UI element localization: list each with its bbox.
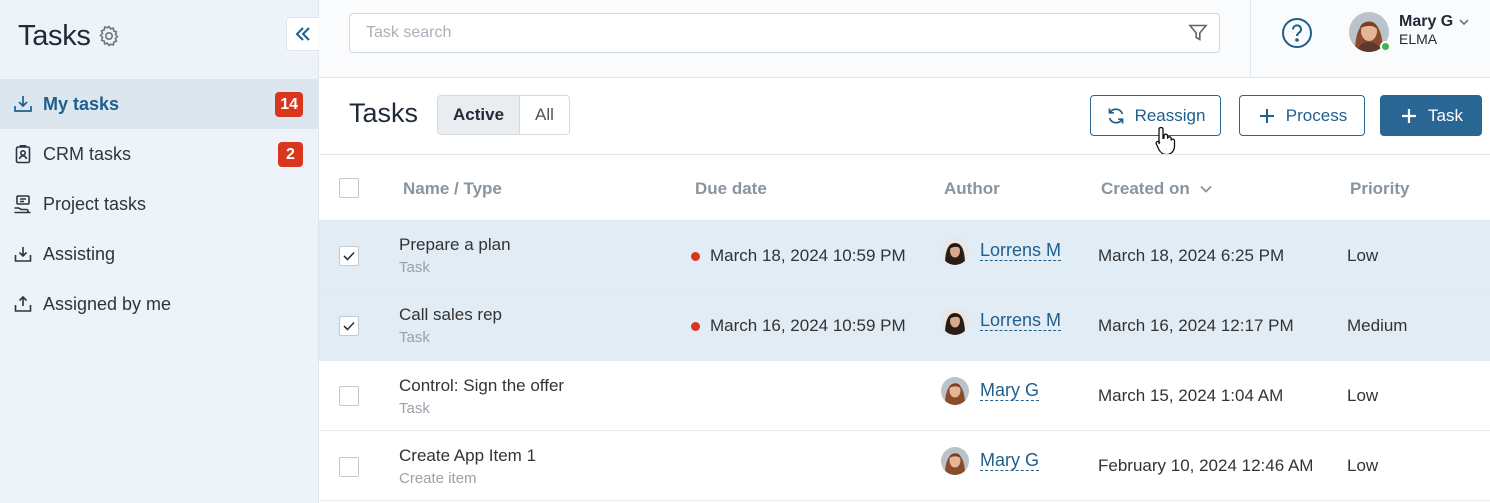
task-name[interactable]: Prepare a plan	[399, 235, 511, 255]
created-on: March 16, 2024 12:17 PM	[1098, 316, 1294, 335]
plus-icon	[1257, 106, 1277, 126]
plus-icon	[1399, 106, 1419, 126]
priority: Medium	[1347, 316, 1408, 335]
task-type: Create item	[399, 470, 477, 487]
created-on: March 18, 2024 6:25 PM	[1098, 246, 1285, 265]
overdue-dot	[691, 321, 700, 331]
author: Lorrens M	[941, 237, 1062, 265]
column-header-priority[interactable]: Priority	[1350, 179, 1410, 199]
table-header: Name / Type Due date Author Created on P…	[319, 154, 1490, 221]
row-checkbox[interactable]	[339, 316, 359, 336]
count-badge: 14	[275, 92, 303, 117]
inbox-download-icon	[13, 94, 33, 114]
author: Lorrens M	[941, 307, 1062, 335]
created-on: February 10, 2024 12:46 AM	[1098, 456, 1314, 475]
task-name[interactable]: Create App Item 1	[399, 446, 536, 466]
reassign-label: Reassign	[1134, 105, 1206, 125]
select-all-checkbox[interactable]	[339, 178, 359, 198]
priority: Low	[1347, 456, 1379, 475]
clipboard-badge-icon	[13, 144, 33, 164]
table-row[interactable]: Call sales rep Task March 16, 2024 10:59…	[319, 291, 1490, 361]
sidebar-item-crm-tasks[interactable]: CRM tasks 2	[0, 129, 318, 179]
author: Mary G	[941, 447, 1040, 475]
author-link[interactable]: Mary G	[980, 450, 1040, 472]
divider	[1250, 0, 1251, 78]
column-header-created-on[interactable]: Created on	[1101, 179, 1213, 199]
add-process-button[interactable]: Process	[1239, 95, 1365, 136]
task-type: Task	[399, 259, 430, 276]
column-header-name[interactable]: Name / Type	[403, 179, 502, 199]
top-bar: Mary G ELMA	[319, 0, 1490, 78]
overdue-dot	[691, 251, 700, 261]
sidebar-item-assigned-by-me[interactable]: Assigned by me	[0, 279, 318, 329]
checkmark-icon	[343, 251, 355, 261]
author: Mary G	[941, 377, 1040, 405]
column-header-due-date[interactable]: Due date	[695, 179, 767, 199]
avatar	[941, 447, 969, 475]
sidebar-item-label: My tasks	[43, 93, 120, 114]
user-menu[interactable]: Mary G ELMA	[1349, 12, 1470, 52]
filter-all-tab[interactable]: All	[520, 96, 569, 134]
task-label: Task	[1428, 105, 1463, 125]
tray-out-icon	[13, 294, 33, 314]
add-task-button[interactable]: Task	[1380, 95, 1482, 136]
chevron-down-icon	[1458, 16, 1470, 28]
task-search-input[interactable]	[349, 13, 1220, 53]
sidebar-item-label: Assisting	[43, 243, 116, 264]
checkmark-icon	[343, 321, 355, 331]
process-label: Process	[1285, 105, 1348, 125]
sidebar-item-assisting[interactable]: Assisting	[0, 229, 318, 279]
tray-in-icon	[13, 244, 33, 264]
status-filter-toggle: Active All	[437, 95, 570, 135]
row-checkbox[interactable]	[339, 246, 359, 266]
table-row[interactable]: Prepare a plan Task March 18, 2024 10:59…	[319, 221, 1490, 291]
double-chevron-left-icon	[295, 27, 310, 41]
row-checkbox[interactable]	[339, 457, 359, 477]
sidebar-item-label: Project tasks	[43, 193, 147, 214]
task-name[interactable]: Call sales rep	[399, 305, 502, 325]
filter-icon[interactable]	[1187, 22, 1209, 44]
sidebar-item-my-tasks[interactable]: My tasks 14	[0, 79, 318, 129]
collapse-sidebar-button[interactable]	[286, 17, 319, 51]
avatar	[941, 377, 969, 405]
user-name: Mary G	[1399, 12, 1470, 31]
priority: Low	[1347, 386, 1379, 405]
row-checkbox[interactable]	[339, 386, 359, 406]
gear-icon[interactable]	[97, 24, 121, 48]
column-header-author[interactable]: Author	[944, 179, 1000, 199]
author-link[interactable]: Lorrens M	[980, 310, 1062, 332]
author-link[interactable]: Lorrens M	[980, 240, 1062, 262]
sidebar-nav: My tasks 14 CRM tasks 2 Project tasks As…	[0, 79, 318, 329]
due-date: March 16, 2024 10:59 PM	[691, 316, 906, 336]
hand-project-icon	[13, 194, 33, 214]
sidebar-item-project-tasks[interactable]: Project tasks	[0, 179, 318, 229]
refresh-icon	[1106, 106, 1126, 126]
sidebar-header: Tasks	[18, 16, 121, 56]
filter-active-tab[interactable]: Active	[438, 96, 521, 134]
hand-cursor-icon	[1155, 126, 1176, 156]
help-icon[interactable]	[1281, 17, 1313, 49]
sidebar-item-label: CRM tasks	[43, 143, 132, 164]
avatar	[941, 237, 969, 265]
table-row[interactable]: Control: Sign the offer Task Mary G Marc…	[319, 361, 1490, 431]
due-date: March 18, 2024 10:59 PM	[691, 246, 906, 266]
count-badge: 2	[278, 142, 303, 167]
task-name[interactable]: Control: Sign the offer	[399, 376, 564, 396]
priority: Low	[1347, 246, 1379, 265]
sidebar-item-label: Assigned by me	[43, 293, 172, 314]
online-status-dot	[1380, 41, 1391, 52]
sort-chevron-down-icon	[1199, 182, 1213, 196]
sidebar-title: Tasks	[18, 19, 91, 52]
created-on: March 15, 2024 1:04 AM	[1098, 386, 1284, 405]
user-organization: ELMA	[1399, 31, 1438, 48]
page-title: Tasks	[349, 98, 419, 128]
task-type: Task	[399, 400, 430, 417]
author-link[interactable]: Mary G	[980, 380, 1040, 402]
table-row[interactable]: Create App Item 1 Create item Mary G Feb…	[319, 431, 1490, 501]
avatar	[1349, 12, 1391, 52]
sidebar: Tasks My tasks 14 CRM tasks 2 Project ta…	[0, 0, 319, 503]
avatar	[941, 307, 969, 335]
task-type: Task	[399, 329, 430, 346]
